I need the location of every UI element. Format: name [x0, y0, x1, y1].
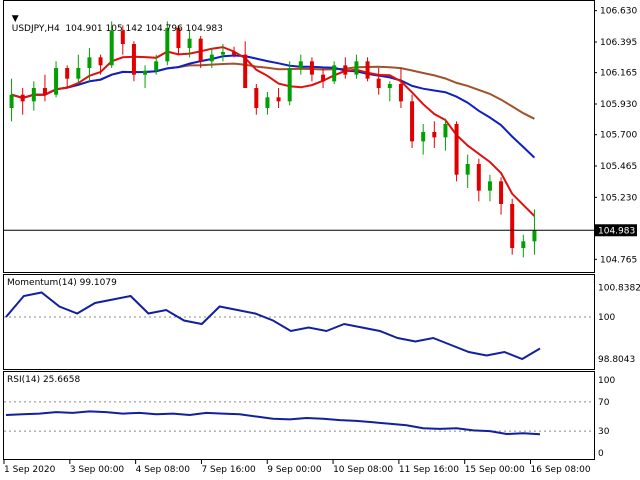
time-axis-label: 4 Sep 08:00	[136, 465, 191, 475]
time-axis-label: 11 Sep 16:00	[399, 465, 459, 475]
price-axis-label: 104.765	[600, 255, 637, 265]
candle-body	[343, 65, 348, 75]
price-axis-label: 106.165	[600, 69, 637, 79]
candle-body	[510, 204, 515, 248]
rsi-axis-label: 100	[598, 376, 615, 386]
candle-body	[521, 241, 526, 248]
momentum-axis-label: 98.8043	[598, 355, 635, 365]
candle-body	[143, 70, 148, 75]
candle-body	[31, 88, 36, 102]
candle-body	[443, 124, 448, 138]
candle-body	[98, 57, 103, 66]
candle-body	[354, 61, 359, 75]
candle-body	[209, 54, 214, 62]
rsi-label: RSI(14) 25.6658	[7, 375, 81, 385]
candle-body	[232, 52, 237, 55]
momentum-axis-label: 100	[598, 313, 615, 323]
candle-body	[254, 88, 259, 108]
rsi-plot	[4, 401, 594, 436]
candle-body	[9, 94, 14, 108]
candle-body	[376, 78, 381, 88]
price-axis-label: 105.230	[600, 193, 637, 203]
ma-slow-line	[11, 62, 535, 120]
rsi-axis-label: 0	[598, 449, 604, 459]
time-axis-label: 1 Sep 2020	[4, 465, 56, 475]
momentum-line	[5, 291, 541, 361]
momentum-axis-label: 100.8382	[598, 284, 640, 294]
time-axis-label: 3 Sep 00:00	[70, 465, 125, 475]
price-axis-label: 105.465	[600, 162, 637, 172]
price-axis-label: 105.930	[600, 100, 637, 110]
price-axis-label: 105.700	[600, 131, 637, 141]
momentum-pane-frame	[3, 274, 595, 370]
candle-body	[398, 84, 403, 102]
main-pane-frame	[3, 0, 595, 273]
current-price-label: 104.983	[598, 226, 635, 236]
candle-body	[220, 52, 225, 55]
candle-body	[65, 68, 70, 79]
collapse-arrow-icon[interactable]: ▼	[12, 14, 19, 24]
candle-body	[410, 101, 415, 142]
candle-body	[54, 68, 59, 95]
candle-body	[454, 124, 459, 175]
candle-body	[154, 61, 159, 71]
price-axis-label: 106.630	[600, 7, 637, 17]
time-axis-label: 15 Sep 00:00	[465, 465, 525, 475]
candle-body	[131, 44, 136, 75]
candle-body	[265, 97, 270, 108]
time-axis-label: 9 Sep 00:00	[267, 465, 322, 475]
candle-body	[432, 132, 437, 138]
time-axis-label: 16 Sep 08:00	[531, 465, 591, 475]
candle-body	[465, 164, 470, 175]
candle-body	[87, 57, 92, 68]
momentum-label: Momentum(14) 99.1079	[7, 278, 117, 288]
candle-body	[76, 68, 81, 79]
time-axis-label: 7 Sep 16:00	[201, 465, 256, 475]
candle-body	[532, 230, 537, 242]
candle-body	[109, 30, 114, 66]
candle-body	[321, 74, 326, 82]
candle-body	[287, 68, 292, 102]
candle-body	[499, 181, 504, 204]
rsi-pane-frame	[3, 371, 595, 460]
candle-body	[20, 94, 25, 102]
rsi-axis-label: 30	[598, 427, 610, 437]
candle-body	[309, 61, 314, 75]
candle-body	[332, 65, 337, 82]
symbol-header-text: USDJPY,H4 104.901 105.142 104.796 104.98…	[11, 24, 223, 34]
candle-body	[276, 97, 281, 102]
candle-body	[487, 181, 492, 191]
candle-body	[421, 132, 426, 142]
candle-body	[42, 88, 47, 95]
momentum-plot	[4, 291, 594, 361]
candle-body	[243, 54, 248, 88]
candle-body	[298, 61, 303, 68]
price-plot	[4, 21, 594, 258]
price-axis-label: 106.395	[600, 38, 637, 48]
candle-body	[387, 84, 392, 88]
candle-body	[476, 164, 481, 191]
symbol-header: ▼ USDJPY,H4 104.901 105.142 104.796 104.…	[6, 4, 223, 34]
candle-body	[187, 38, 192, 48]
candle-body	[198, 38, 203, 62]
time-axis-label: 10 Sep 08:00	[333, 465, 393, 475]
rsi-axis-label: 70	[598, 398, 610, 408]
candle-body	[365, 61, 370, 79]
chart-canvas[interactable]: 104.983 106.630 106.395 106.165 105.930 105.7…	[0, 0, 640, 480]
